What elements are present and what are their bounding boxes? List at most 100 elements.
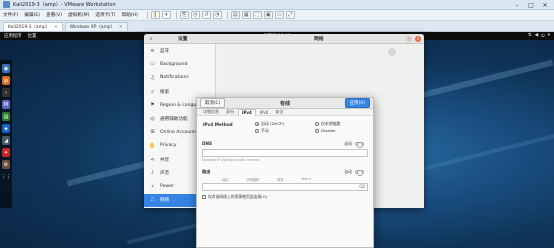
power-icon: ⚡	[150, 183, 155, 190]
vmware-app-icon	[3, 1, 10, 8]
console-view-icon[interactable]: ▭	[274, 11, 284, 19]
wired-connection-dialog: 取消(C) 有线 应用(A) 详细信息 身份 IPv4 IPv6 安全 IPv4…	[196, 97, 374, 248]
snapshot-manager-icon[interactable]: ◔	[212, 11, 222, 19]
firefox-icon[interactable]: ◍	[2, 76, 10, 85]
dns-hint: Separate IP addresses with commas	[202, 158, 260, 162]
route-entry-row[interactable]: ⌫	[202, 183, 368, 191]
system-tray[interactable]: ⇅ ◀ ⏻ ▾	[528, 33, 550, 39]
sidebar-item-bluetooth[interactable]: ≋ 蓝牙	[144, 44, 215, 58]
tool-icon[interactable]: ✦	[2, 148, 10, 157]
ipv4-method-group: IPv4 Method 自动 (DHCP) 手动 仅本地链路 Disable	[202, 120, 368, 138]
method-disable-radio[interactable]: Disable	[315, 128, 335, 133]
menu-edit[interactable]: 编辑(E)	[24, 12, 40, 18]
minimize-icon[interactable]: –	[406, 35, 412, 42]
sidebar-item-background[interactable]: ▭ Background	[144, 58, 215, 72]
sidebar-item-label: Privacy	[160, 143, 177, 149]
unity-icon[interactable]: ▣	[263, 11, 273, 19]
tab-security[interactable]: 安全	[272, 109, 286, 116]
vm-tab-strip: Kali2019-3（amp） ✕ Windows XP（amp） ✕	[0, 21, 554, 32]
sidebar-item-label: Background	[160, 61, 188, 67]
tab-kali[interactable]: Kali2019-3（amp） ✕	[3, 22, 63, 31]
method-auto-radio[interactable]: 自动 (DHCP)	[255, 121, 284, 127]
network-icon: ⎍	[150, 197, 155, 204]
tab-ipv4[interactable]: IPv4	[238, 108, 256, 116]
burp-icon[interactable]: ◈	[2, 124, 10, 133]
fullscreen-icon[interactable]: ⛶	[252, 11, 262, 19]
menu-tabs[interactable]: 选项卡(T)	[95, 12, 115, 18]
route-col-address: 地址	[222, 178, 229, 182]
method-auto-label: 自动 (DHCP)	[261, 121, 285, 126]
power-icon: ⏻	[541, 34, 545, 39]
sidebar-item-label: 搜索	[160, 89, 170, 95]
sidebar-item-label: 共享	[160, 157, 170, 163]
chevron-down-icon: ▾	[547, 33, 550, 38]
snapshot-icon[interactable]: ◷	[190, 11, 200, 19]
online-accounts-icon: ⊞	[150, 129, 155, 136]
tab-details[interactable]: 详细信息	[200, 109, 222, 116]
dropdown-icon[interactable]: ▾	[161, 11, 171, 19]
volume-icon: ◀	[534, 33, 539, 38]
terminal-icon[interactable]: ›	[2, 88, 10, 97]
network-icon: ⇅	[527, 33, 532, 38]
dns-input[interactable]	[202, 149, 368, 157]
wireshark-icon[interactable]: ◢	[2, 136, 10, 145]
maximize-icon[interactable]: □	[524, 0, 538, 10]
dialog-title: 有线	[279, 100, 291, 107]
ipv4-settings: IPv4 Method 自动 (DHCP) 手动 仅本地链路 Disable D…	[197, 116, 373, 203]
apply-button[interactable]: 应用(A)	[344, 98, 370, 108]
method-disable-label: Disable	[321, 128, 336, 133]
minimize-icon[interactable]: –	[510, 0, 524, 10]
sidebar-item-label: Online Accounts	[160, 129, 198, 135]
sidebar-item-notifications[interactable]: ♫ Notifications	[144, 71, 215, 85]
privacy-icon: ✋	[149, 142, 156, 149]
toolbar-divider	[175, 11, 177, 19]
routes-auto-switch[interactable]: 自动	[344, 169, 364, 177]
menu-help[interactable]: 帮助(H)	[122, 12, 138, 18]
sidebar-item-label: 网络	[160, 198, 170, 204]
revert-snapshot-icon[interactable]: ↺	[201, 11, 211, 19]
files-icon[interactable]: ▤	[2, 112, 10, 121]
close-tab-icon[interactable]: ✕	[119, 25, 123, 30]
places-menu[interactable]: 位置	[28, 33, 37, 39]
library-icon[interactable]: ▤	[230, 11, 240, 19]
method-manual-radio[interactable]: 手动	[255, 128, 269, 134]
accessibility-icon: ◎	[150, 115, 155, 122]
delete-icon[interactable]: ⌫	[359, 185, 365, 190]
window-controls: – □ ✕	[510, 0, 552, 10]
menu-view[interactable]: 查看(V)	[46, 12, 62, 18]
window-title: Kali2019-3（amp）- VMware Workstation	[13, 2, 116, 8]
sidebar-item-label: 声音	[160, 171, 170, 177]
search-icon[interactable]: ⌕	[147, 35, 155, 43]
thumbnail-icon[interactable]: ▦	[241, 11, 251, 19]
applications-menu[interactable]: 应用程序	[4, 33, 22, 39]
tab-ipv6[interactable]: IPv6	[257, 109, 272, 116]
checkbox-icon	[202, 195, 206, 199]
show-apps-icon[interactable]: ⋮⋮	[1, 172, 11, 181]
dns-auto-switch[interactable]: 自动	[344, 141, 364, 149]
browser-icon[interactable]: ◉	[2, 64, 10, 73]
settings-window-controls: – ✕	[406, 35, 421, 42]
settings-title: 设置	[178, 37, 188, 42]
dns-label: DNS	[202, 141, 212, 146]
send-keys-icon[interactable]: ⎘	[179, 11, 189, 19]
tab-identity[interactable]: 身份	[223, 109, 237, 116]
tab-windows-xp[interactable]: Windows XP（amp） ✕	[64, 22, 128, 31]
close-tab-icon[interactable]: ✕	[54, 25, 58, 30]
toolbar-divider	[226, 11, 228, 19]
only-local-label: 仅对该网络上的资源使用此连接(O)	[208, 194, 268, 199]
stretch-icon[interactable]: ⤢	[285, 11, 295, 19]
share-icon: ⋖	[150, 156, 155, 163]
gear-icon[interactable]	[388, 48, 396, 56]
toggle-icon	[355, 170, 364, 177]
close-icon[interactable]: ✕	[538, 0, 552, 10]
menu-file[interactable]: 文件(F)	[3, 12, 18, 18]
menu-vm[interactable]: 虚拟机(M)	[68, 12, 89, 18]
only-local-checkbox[interactable]: 仅对该网络上的资源使用此连接(O)	[202, 194, 368, 200]
metasploit-icon[interactable]: M	[2, 100, 10, 109]
cancel-button[interactable]: 取消(C)	[200, 98, 226, 108]
method-link-local-radio[interactable]: 仅本地链路	[315, 121, 340, 127]
settings-dock-icon[interactable]: ⚙	[2, 160, 10, 169]
pause-icon[interactable]: ‖	[150, 11, 160, 19]
close-icon[interactable]: ✕	[415, 35, 421, 42]
route-column-headers: 地址 子网掩码 网关 Metric	[202, 177, 368, 182]
